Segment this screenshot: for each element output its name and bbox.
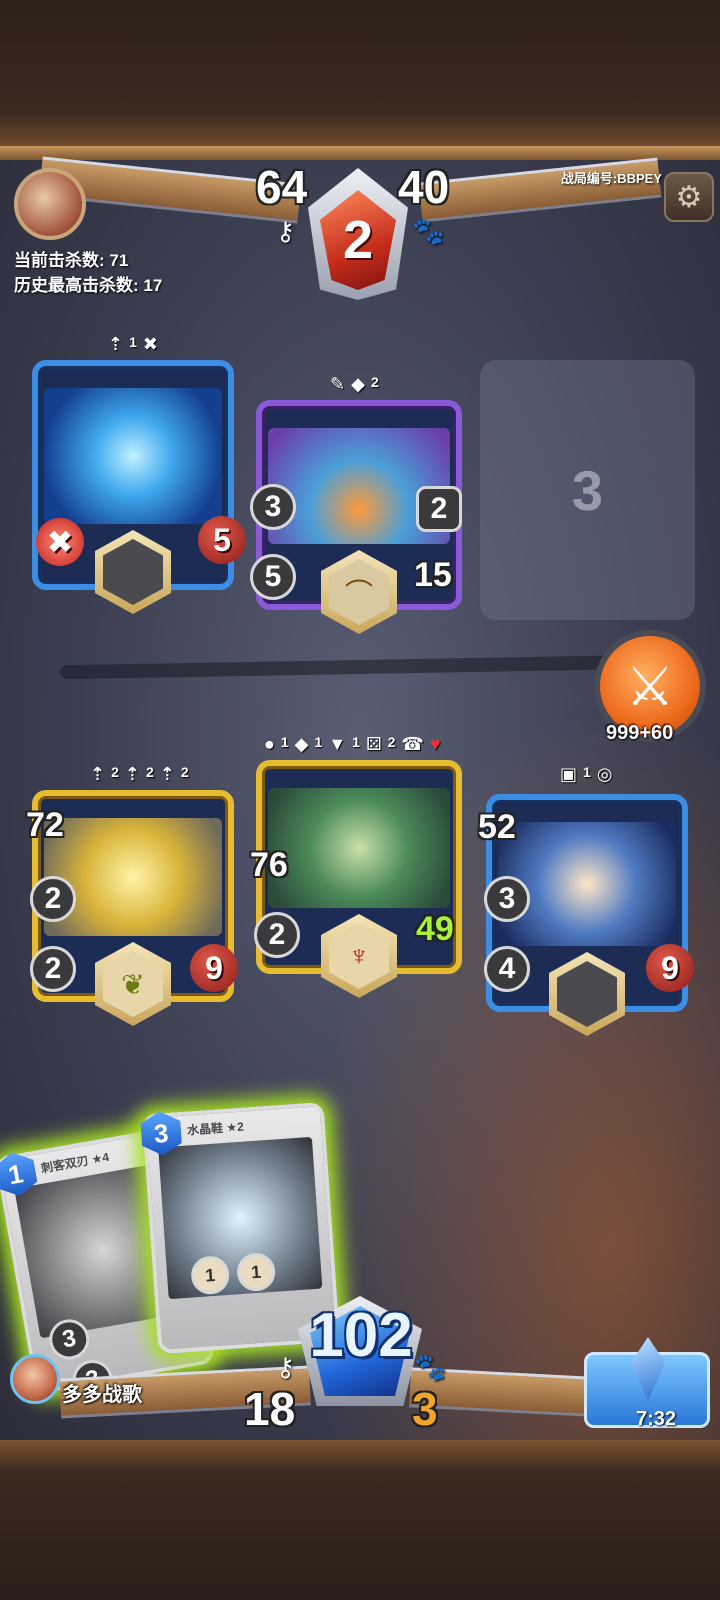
- stat-a: 72: [26, 806, 64, 844]
- paw-icon: 🐾: [414, 1352, 447, 1382]
- heal-value: 2: [44, 882, 62, 915]
- hook-value: 2: [268, 918, 286, 951]
- tag-value: 1: [314, 734, 323, 750]
- tag-value: 2: [111, 764, 119, 780]
- boot-icon: ▣: [560, 764, 578, 784]
- heal-stat: 2: [30, 876, 76, 922]
- arrow-icon: ⇡: [90, 764, 106, 784]
- tag-value: 1: [352, 734, 360, 750]
- enemy-card-1-tags: ⇡ 1 ✖: [108, 334, 158, 355]
- hook-stat: 2: [254, 912, 300, 958]
- best-kills: 历史最高击杀数: 17: [14, 276, 163, 295]
- crystal-icon: ◆: [294, 734, 309, 754]
- player-card-2-tags: ● 1 ◆ 1 ▼ 1 ⚄ 2 ☎ ♥: [264, 734, 441, 755]
- settings-gear-icon[interactable]: ⚙: [664, 172, 714, 222]
- heal-stat: 3: [484, 876, 530, 922]
- cost-value: 1: [5, 1157, 26, 1190]
- timer: 7:32: [636, 1408, 677, 1430]
- crossed-swords-icon: ⚔: [625, 656, 675, 717]
- player-gold: 18: [244, 1383, 296, 1435]
- enemy-card-2-tags: ✎ ◆ 2: [330, 374, 379, 395]
- crystal-icon: ◆: [351, 374, 365, 394]
- key-icon: ⚷: [276, 1352, 296, 1382]
- opponent-gold: 64: [256, 161, 308, 213]
- top-frame: [0, 0, 720, 160]
- attack-stat: 3: [250, 484, 296, 530]
- chip-value: 1: [204, 1264, 216, 1286]
- card-name: 刺客双刃 ★4: [39, 1149, 111, 1176]
- sickle-value: 3: [60, 1324, 79, 1354]
- key-icon: ⚷: [276, 216, 296, 246]
- attack-value: 999+60: [606, 722, 674, 744]
- phone-icon: ☎: [401, 734, 424, 754]
- slot-number: 3: [571, 458, 604, 522]
- player-card-1-tags: ⇡ 2 ⇡ 2 ⇡ 2: [90, 764, 189, 785]
- player-card-2-health: 49: [416, 910, 454, 948]
- green-orb-icon: ●: [264, 734, 275, 754]
- player-card-3-tags: ▣ 1 ◎: [560, 764, 613, 785]
- paw-icon: 🐾: [412, 216, 445, 246]
- hook-value: 4: [498, 952, 516, 985]
- heal-value: 2: [44, 952, 62, 985]
- tag-value: 2: [180, 764, 189, 780]
- sword-value: 5: [264, 560, 282, 593]
- heal-stat-2: 2: [30, 946, 76, 992]
- tag-value: 1: [583, 764, 591, 780]
- card-name: 水晶鞋 ★2: [186, 1119, 245, 1138]
- tag-value: 2: [145, 764, 154, 780]
- ice-shard-art: [44, 388, 222, 524]
- tag-value: 1: [129, 334, 137, 350]
- fang-icon: ▼: [328, 734, 347, 754]
- player-food: 3: [412, 1383, 438, 1435]
- player-card-3-health: 9: [646, 944, 694, 992]
- shield-stat: 2: [416, 486, 462, 532]
- stat-a: 52: [478, 808, 516, 846]
- arrow-icon: ⇡: [159, 764, 175, 784]
- enemy-card-2-health: 15: [414, 556, 452, 594]
- empty-slot[interactable]: 3: [480, 360, 695, 620]
- feather-icon: ✎: [330, 374, 346, 394]
- tag-value: 2: [370, 374, 379, 390]
- player-avatar[interactable]: [10, 1354, 60, 1404]
- bottom-frame: [0, 1440, 720, 1600]
- mirror-icon: ◎: [596, 764, 613, 784]
- player-card-1-health: 9: [190, 944, 238, 992]
- opponent-food: 40: [398, 161, 450, 213]
- fox-warrior-art: [268, 788, 450, 908]
- stat-a: 76: [250, 846, 288, 884]
- disabled-x-icon: ✖: [36, 518, 84, 566]
- dice-icon: ⚄: [365, 734, 382, 754]
- match-id: 战局编号:BBPEY: [560, 171, 662, 186]
- player-name: 多多战歌: [62, 1384, 142, 1406]
- golden-gate-art: [44, 818, 222, 936]
- cost-value: 3: [152, 1117, 170, 1149]
- crystal-count: 102: [309, 1301, 413, 1370]
- current-kills: 当前击杀数: 71: [14, 251, 129, 270]
- arrow-icon: ⇡: [108, 334, 124, 354]
- tag-value: 2: [387, 734, 396, 750]
- attack-value: 3: [264, 490, 282, 523]
- enemy-card-1-health: 5: [198, 516, 246, 564]
- crossed-icon: ✖: [142, 334, 158, 354]
- tag-value: 1: [280, 734, 289, 750]
- health-value: 9: [205, 949, 223, 986]
- shield-value: 2: [430, 492, 448, 525]
- heal-value: 3: [498, 882, 516, 915]
- health-value: 9: [661, 949, 679, 986]
- round-number: 2: [342, 210, 374, 270]
- opponent-avatar[interactable]: [14, 168, 86, 240]
- health-value: 5: [213, 521, 231, 558]
- chip-value: 1: [250, 1261, 262, 1282]
- hook-stat: 4: [484, 946, 530, 992]
- heart-icon: ♥: [429, 734, 441, 754]
- arrow-icon: ⇡: [124, 764, 140, 784]
- sword-stat: 5: [250, 554, 296, 600]
